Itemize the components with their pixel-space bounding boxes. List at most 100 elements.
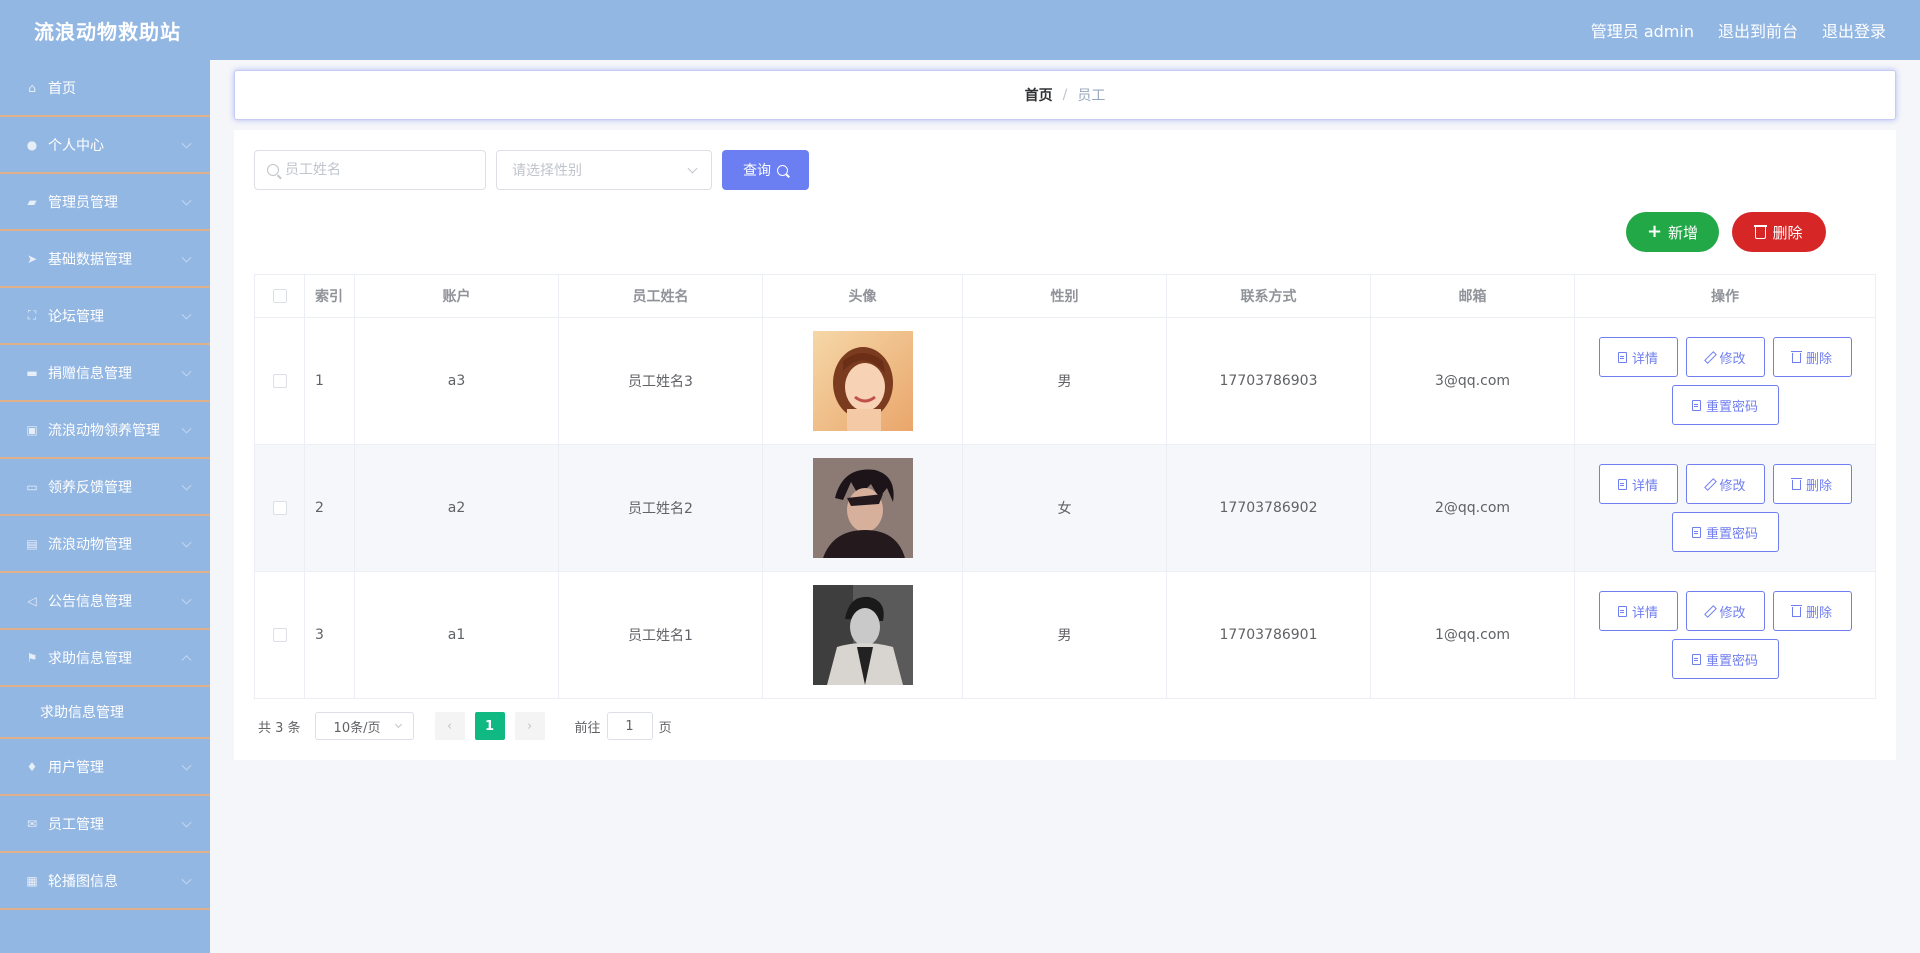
- edit-icon: [1704, 479, 1714, 489]
- employee-table: 索引 账户 员工姓名 头像 性别 联系方式 邮箱 操作 1 a3 员工姓名3 男…: [254, 274, 1876, 699]
- sidebar-item-home[interactable]: ⌂ 首页: [0, 60, 210, 117]
- reset-password-label: 重置密码: [1705, 399, 1758, 415]
- batch-delete-button[interactable]: 删除: [1732, 212, 1826, 252]
- delete-button[interactable]: 删除: [1772, 464, 1852, 504]
- page-number-button[interactable]: 1: [474, 712, 505, 740]
- col-name[interactable]: 员工姓名: [558, 274, 763, 318]
- row-checkbox[interactable]: [272, 628, 287, 642]
- edit-button[interactable]: 修改: [1685, 464, 1765, 504]
- delete-button-label: 删除: [1772, 223, 1803, 242]
- chevron-down-icon: [181, 195, 192, 206]
- chevron-down-icon: [687, 163, 698, 173]
- next-page-button[interactable]: ›: [514, 712, 545, 740]
- sidebar-item-base-data[interactable]: ➤ 基础数据管理: [0, 231, 210, 288]
- back-to-frontend-link[interactable]: 退出到前台: [1718, 18, 1798, 42]
- cell-email: 1@qq.com: [1370, 571, 1575, 699]
- avatar-image[interactable]: [812, 585, 913, 685]
- message-icon: ✉: [26, 816, 38, 831]
- sidebar-item-label: 流浪动物领养管理: [48, 422, 160, 439]
- delete-label: 删除: [1805, 478, 1832, 494]
- gender-select[interactable]: 请选择性别: [496, 150, 712, 190]
- row-checkbox[interactable]: [272, 374, 287, 388]
- plus-icon: +: [1646, 221, 1663, 242]
- header-links: 管理员 admin 退出到前台 退出登录: [1591, 18, 1886, 42]
- clipboard-icon: ▦: [26, 873, 38, 888]
- query-button[interactable]: 查询: [722, 150, 809, 190]
- table-header-row: 索引 账户 员工姓名 头像 性别 联系方式 邮箱 操作: [254, 274, 1876, 318]
- sidebar-item-label: 论坛管理: [48, 308, 104, 325]
- prev-page-button[interactable]: ‹: [434, 712, 465, 740]
- logout-link[interactable]: 退出登录: [1822, 18, 1886, 42]
- tools-icon: ▰: [27, 194, 37, 209]
- row-select-cell: [254, 444, 305, 572]
- sidebar-item-label: 个人中心: [48, 137, 104, 154]
- edit-label: 修改: [1719, 478, 1746, 494]
- goto-page: 前往 页: [575, 712, 672, 740]
- trash-icon: [1790, 605, 1802, 617]
- col-index[interactable]: 索引: [304, 274, 355, 318]
- row-select-cell: [254, 571, 305, 699]
- sidebar-item-carousel[interactable]: ▦ 轮播图信息: [0, 853, 210, 910]
- sidebar-item-forum[interactable]: ⛶ 论坛管理: [0, 288, 210, 345]
- cell-avatar: [762, 317, 963, 445]
- delete-button[interactable]: 删除: [1772, 591, 1852, 631]
- cell-name: 员工姓名1: [558, 571, 763, 699]
- flag-icon: ⚑: [26, 650, 38, 665]
- edit-button[interactable]: 修改: [1685, 337, 1765, 377]
- chevron-down-icon: [181, 537, 192, 548]
- avatar-image[interactable]: [812, 331, 913, 431]
- col-actions: 操作: [1574, 274, 1876, 318]
- edit-button[interactable]: 修改: [1685, 591, 1765, 631]
- search-icon: [777, 164, 788, 176]
- detail-button[interactable]: 详情: [1598, 464, 1678, 504]
- sidebar-item-employees[interactable]: ✉ 员工管理: [0, 796, 210, 853]
- monitor-icon: ▭: [26, 479, 38, 494]
- sidebar-item-announcements[interactable]: ◁ 公告信息管理: [0, 573, 210, 630]
- table-row: 2 a2 员工姓名2 女 17703786902 2@qq.com 详情 修改 …: [254, 444, 1876, 572]
- sidebar-item-adoption[interactable]: ▣ 流浪动物领养管理: [0, 402, 210, 459]
- sidebar-item-adoption-feedback[interactable]: ▭ 领养反馈管理: [0, 459, 210, 516]
- sidebar-item-label: 基础数据管理: [48, 251, 132, 268]
- row-checkbox[interactable]: [272, 501, 287, 515]
- col-email[interactable]: 邮箱: [1370, 274, 1575, 318]
- reset-password-button[interactable]: 重置密码: [1671, 385, 1779, 425]
- detail-label: 详情: [1631, 478, 1658, 494]
- sidebar-item-users[interactable]: ♦ 用户管理: [0, 739, 210, 796]
- sidebar-item-label: 员工管理: [48, 816, 104, 833]
- goto-suffix: 页: [658, 720, 672, 736]
- add-button[interactable]: + 新增: [1626, 212, 1719, 252]
- name-search-field[interactable]: [254, 150, 486, 190]
- goto-page-input[interactable]: [606, 712, 653, 740]
- sidebar-item-help-requests[interactable]: ⚑ 求助信息管理: [0, 630, 210, 687]
- sidebar-item-donation[interactable]: ▬ 捐赠信息管理: [0, 345, 210, 402]
- breadcrumb-home[interactable]: 首页: [1025, 85, 1053, 105]
- detail-label: 详情: [1631, 351, 1658, 367]
- cell-gender: 男: [962, 317, 1167, 445]
- col-account[interactable]: 账户: [354, 274, 559, 318]
- chevron-down-icon: [181, 874, 192, 885]
- reset-password-button[interactable]: 重置密码: [1671, 639, 1779, 679]
- col-phone[interactable]: 联系方式: [1166, 274, 1371, 318]
- sidebar-item-animals[interactable]: ▤ 流浪动物管理: [0, 516, 210, 573]
- user-icon: ●: [26, 137, 38, 152]
- fullscreen-icon: ⛶: [27, 308, 37, 322]
- sidebar-item-admin-management[interactable]: ▰ 管理员管理: [0, 174, 210, 231]
- cell-avatar: [762, 444, 963, 572]
- employee-name-input[interactable]: [285, 162, 465, 178]
- cell-index: 3: [304, 571, 355, 699]
- reset-password-button[interactable]: 重置密码: [1671, 512, 1779, 552]
- delete-button[interactable]: 删除: [1772, 337, 1852, 377]
- sidebar-subitem-help-requests[interactable]: 求助信息管理: [0, 687, 210, 739]
- select-all-checkbox[interactable]: [272, 289, 287, 303]
- sidebar-item-personal-center[interactable]: ● 个人中心: [0, 117, 210, 174]
- avatar-image[interactable]: [812, 458, 913, 558]
- delete-label: 删除: [1805, 351, 1832, 367]
- col-avatar[interactable]: 头像: [762, 274, 963, 318]
- cell-email: 2@qq.com: [1370, 444, 1575, 572]
- page-size-select[interactable]: 10条/页: [314, 712, 414, 740]
- col-gender[interactable]: 性别: [962, 274, 1167, 318]
- sidebar-item-label: 用户管理: [48, 759, 104, 776]
- detail-button[interactable]: 详情: [1598, 337, 1678, 377]
- detail-button[interactable]: 详情: [1598, 591, 1678, 631]
- query-button-label: 查询: [743, 162, 771, 178]
